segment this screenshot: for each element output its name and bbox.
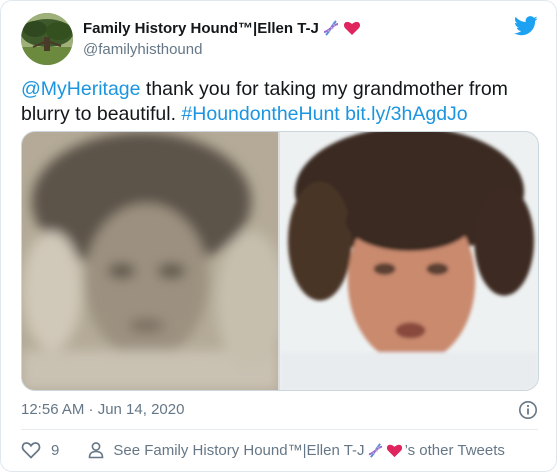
url-link[interactable]: bit.ly/3hAgdJo bbox=[345, 103, 468, 125]
heart-outline-icon bbox=[21, 442, 41, 459]
colorized-portrait-image bbox=[280, 132, 538, 390]
other-tweets-prefix: See Family History Hound™|Ellen T-J bbox=[113, 441, 365, 459]
hashtag-link[interactable]: #HoundontheHunt bbox=[181, 103, 339, 125]
actions-bar: 9 See Family History Hound™|Ellen T-J ’s… bbox=[21, 441, 505, 459]
tweet-text: @MyHeritage thank you for taking my gran… bbox=[21, 77, 541, 127]
photo-before[interactable] bbox=[22, 132, 278, 390]
media-container[interactable] bbox=[21, 131, 539, 391]
dna-emoji bbox=[368, 442, 382, 458]
tweet-card: Family History Hound™|Ellen T-J @familyh… bbox=[0, 0, 557, 472]
blurry-portrait-image bbox=[22, 132, 278, 390]
person-icon bbox=[89, 442, 104, 459]
mention-link[interactable]: @MyHeritage bbox=[21, 78, 141, 100]
timestamp[interactable]: 12:56 AM · Jun 14, 2020 bbox=[21, 401, 184, 418]
other-tweets-text: See Family History Hound™|Ellen T-J ’s o… bbox=[113, 442, 505, 459]
divider bbox=[21, 429, 538, 430]
handle[interactable]: @familyhisthound bbox=[83, 41, 202, 58]
info-icon[interactable] bbox=[518, 400, 538, 420]
photo-after[interactable] bbox=[280, 132, 538, 390]
like-button[interactable]: 9 bbox=[21, 441, 59, 459]
avatar[interactable] bbox=[21, 13, 73, 65]
red-heart-emoji bbox=[343, 21, 360, 35]
red-heart-emoji bbox=[386, 444, 402, 457]
twitter-bird-icon[interactable] bbox=[514, 16, 538, 36]
display-name-text: Family History Hound™|Ellen T-J bbox=[83, 19, 319, 37]
avatar-tree-image bbox=[21, 13, 73, 65]
like-count: 9 bbox=[51, 441, 60, 459]
other-tweets-link[interactable]: See Family History Hound™|Ellen T-J ’s o… bbox=[87, 441, 505, 459]
dna-emoji bbox=[323, 20, 339, 36]
display-name[interactable]: Family History Hound™|Ellen T-J bbox=[83, 19, 361, 37]
other-tweets-suffix: ’s other Tweets bbox=[404, 441, 505, 459]
